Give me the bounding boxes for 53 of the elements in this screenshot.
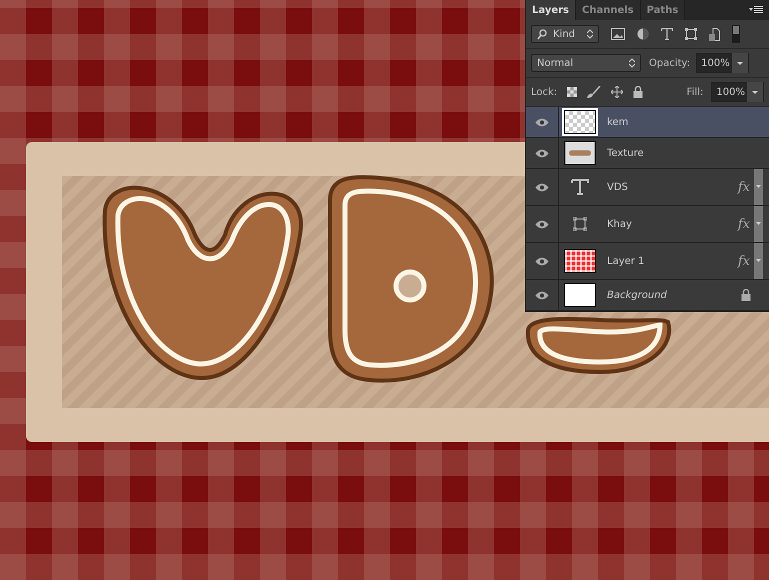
lock-icon[interactable] [633, 86, 644, 98]
effects-label[interactable]: fx [738, 216, 750, 232]
shape-icon[interactable] [685, 28, 697, 40]
opacity-label: Opacity: [649, 58, 690, 68]
filter-dropdown[interactable]: Kind [531, 25, 599, 43]
layer-row[interactable]: Layer 1 fx [526, 243, 769, 280]
transparent-thumbnail [564, 110, 596, 134]
checkerboard-icon[interactable] [567, 87, 578, 97]
plaid-thumbnail [564, 249, 596, 273]
shape-icon [573, 217, 587, 231]
layer-name: kem [607, 116, 628, 128]
smart-object-icon[interactable] [709, 28, 720, 40]
dropdown-icon[interactable] [732, 53, 748, 73]
panel-tab[interactable]: Channels [576, 0, 641, 20]
filter-toggle-icon[interactable] [732, 25, 740, 43]
type-icon [571, 179, 589, 195]
eye-icon[interactable] [535, 118, 549, 126]
move-icon[interactable] [611, 86, 624, 98]
stepper-icon [629, 58, 635, 68]
adjustment-icon[interactable] [637, 28, 649, 40]
panel-tab[interactable]: Paths [640, 0, 686, 20]
menu-icon[interactable] [749, 6, 763, 14]
layer-name: Background [607, 290, 667, 300]
layer-row[interactable]: kem [526, 107, 769, 138]
layer-name: Layer 1 [607, 256, 644, 266]
eye-icon[interactable] [535, 148, 549, 158]
background-thumbnail [564, 283, 596, 307]
layer-row[interactable]: Background [526, 280, 769, 311]
effects-label[interactable]: fx [738, 180, 750, 194]
effects-label[interactable]: fx [738, 254, 750, 268]
fill-field[interactable]: 100% [711, 82, 764, 102]
stepper-icon [587, 29, 593, 39]
dropdown-icon[interactable] [747, 82, 763, 102]
layer-name: VDS [607, 182, 628, 192]
layer-name: Khay [607, 218, 632, 230]
eye-icon[interactable] [535, 220, 549, 228]
type-icon[interactable] [661, 28, 673, 40]
texture-thumbnail [564, 141, 596, 165]
blend-mode-dropdown[interactable]: Normal [531, 54, 641, 72]
brush-icon[interactable] [587, 86, 602, 98]
lock-label: Lock: [531, 86, 558, 98]
eye-icon[interactable] [535, 290, 549, 300]
fill-label: Fill: [686, 86, 704, 98]
opacity-field[interactable]: 100% [696, 53, 749, 73]
layer-name: Texture [607, 148, 644, 158]
eye-icon[interactable] [535, 256, 549, 266]
layer-row[interactable]: Texture [526, 138, 769, 169]
layer-row[interactable]: Khay fx [526, 206, 769, 243]
image-icon[interactable] [611, 28, 625, 40]
panel-tab[interactable]: Layers [526, 0, 576, 20]
search-icon [537, 28, 547, 40]
layer-row[interactable]: VDS fx [526, 169, 769, 206]
eye-icon[interactable] [535, 182, 549, 192]
